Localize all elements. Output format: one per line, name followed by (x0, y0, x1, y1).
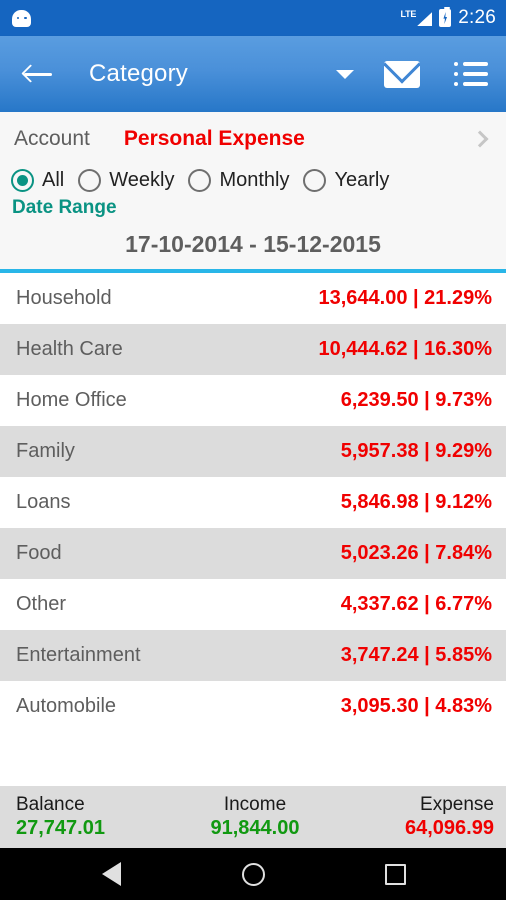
radio-option-all[interactable]: All (11, 169, 64, 192)
category-name: Loans (16, 491, 71, 513)
app-toolbar: Category (0, 36, 506, 112)
summary-balance: Balance 27,747.01 (16, 794, 175, 840)
account-selector-row[interactable]: Account Personal Expense (0, 112, 506, 166)
category-amount: 3,095.30 | 4.83% (340, 695, 492, 717)
filter-panel: Account Personal Expense All Weekly Mont… (0, 112, 506, 273)
page-title: Category (89, 60, 188, 87)
list-icon[interactable] (454, 62, 488, 86)
income-label: Income (223, 794, 287, 816)
category-amount: 5,023.26 | 7.84% (340, 542, 492, 564)
radio-option-weekly[interactable]: Weekly (78, 169, 174, 192)
chevron-right-icon[interactable] (471, 130, 489, 148)
balance-value: 27,747.01 (16, 816, 105, 839)
category-row[interactable]: Entertainment 3,747.24 | 5.85% (0, 630, 506, 681)
category-amount: 5,957.38 | 9.29% (340, 440, 492, 462)
category-row[interactable]: Automobile 3,095.30 | 4.83% (0, 681, 506, 732)
category-name: Other (16, 593, 67, 615)
category-name: Food (16, 542, 62, 564)
category-name: Home Office (16, 389, 127, 411)
radio-circle-yearly (303, 169, 327, 192)
nav-home-icon[interactable] (223, 854, 283, 894)
back-arrow-icon[interactable] (21, 59, 58, 89)
date-range-label[interactable]: Date Range (0, 195, 506, 219)
expense-label: Expense (420, 794, 494, 816)
radio-option-yearly[interactable]: Yearly (303, 169, 389, 192)
radio-label-weekly: Weekly (109, 169, 175, 191)
battery-charging-icon (439, 7, 452, 27)
network-type-label: LTE (400, 9, 417, 19)
radio-label-yearly: Yearly (334, 169, 390, 191)
nav-back-icon[interactable] (81, 854, 141, 894)
android-nav-bar (0, 848, 506, 900)
income-value: 91,844.00 (210, 816, 300, 839)
period-radio-group: All Weekly Monthly Yearly (0, 166, 506, 195)
chevron-down-icon[interactable] (336, 69, 354, 79)
phone-screen: LTE 2:26 Category Account Personal Expen… (0, 0, 506, 900)
category-amount: 10,444.62 | 16.30% (318, 338, 492, 360)
status-bar-left (12, 9, 31, 27)
account-label: Account (14, 127, 90, 150)
category-name: Health Care (16, 338, 123, 360)
category-list: Household 13,644.00 | 21.29% Health Care 10… (0, 273, 506, 786)
category-row[interactable]: Other 4,337.62 | 6.77% (0, 579, 506, 630)
radio-circle-all (11, 169, 34, 192)
account-value: Personal Expense (123, 127, 305, 150)
summary-income: Income 91,844.00 (175, 794, 334, 840)
signal-triangle-icon (417, 12, 433, 26)
radio-circle-weekly (78, 169, 102, 192)
category-row[interactable]: Health Care 10,444.62 | 16.30% (0, 324, 506, 375)
status-bar-clock: 2:26 (458, 7, 496, 28)
summary-expense: Expense 64,096.99 (335, 794, 494, 840)
signal-icon: LTE (400, 9, 433, 26)
category-amount: 5,846.98 | 9.12% (340, 491, 492, 513)
summary-bar: Balance 27,747.01 Income 91,844.00 Expen… (0, 786, 506, 848)
category-row[interactable]: Household 13,644.00 | 21.29% (0, 273, 506, 324)
android-head-icon (12, 9, 31, 27)
category-amount: 3,747.24 | 5.85% (340, 644, 492, 666)
category-name: Automobile (16, 695, 117, 717)
radio-option-monthly[interactable]: Monthly (188, 169, 289, 192)
expense-value: 64,096.99 (405, 816, 494, 839)
status-bar-right: LTE 2:26 (400, 7, 496, 29)
category-row[interactable]: Family 5,957.38 | 9.29% (0, 426, 506, 477)
category-row[interactable]: Home Office 6,239.50 | 9.73% (0, 375, 506, 426)
radio-circle-monthly (188, 169, 212, 192)
category-row[interactable]: Food 5,023.26 | 7.84% (0, 528, 506, 579)
category-amount: 4,337.62 | 6.77% (340, 593, 492, 615)
date-range-value[interactable]: 17-10-2014 - 15-12-2015 (0, 219, 506, 269)
status-bar: LTE 2:26 (0, 0, 506, 36)
category-name: Entertainment (16, 644, 141, 666)
category-name: Household (16, 287, 112, 309)
category-amount: 6,239.50 | 9.73% (340, 389, 492, 411)
radio-label-all: All (42, 169, 65, 191)
balance-label: Balance (16, 794, 85, 816)
category-amount: 13,644.00 | 21.29% (318, 287, 492, 309)
category-row[interactable]: Loans 5,846.98 | 9.12% (0, 477, 506, 528)
mail-icon[interactable] (384, 60, 420, 88)
nav-recents-icon[interactable] (365, 854, 425, 894)
category-name: Family (16, 440, 75, 462)
radio-label-monthly: Monthly (219, 169, 290, 191)
